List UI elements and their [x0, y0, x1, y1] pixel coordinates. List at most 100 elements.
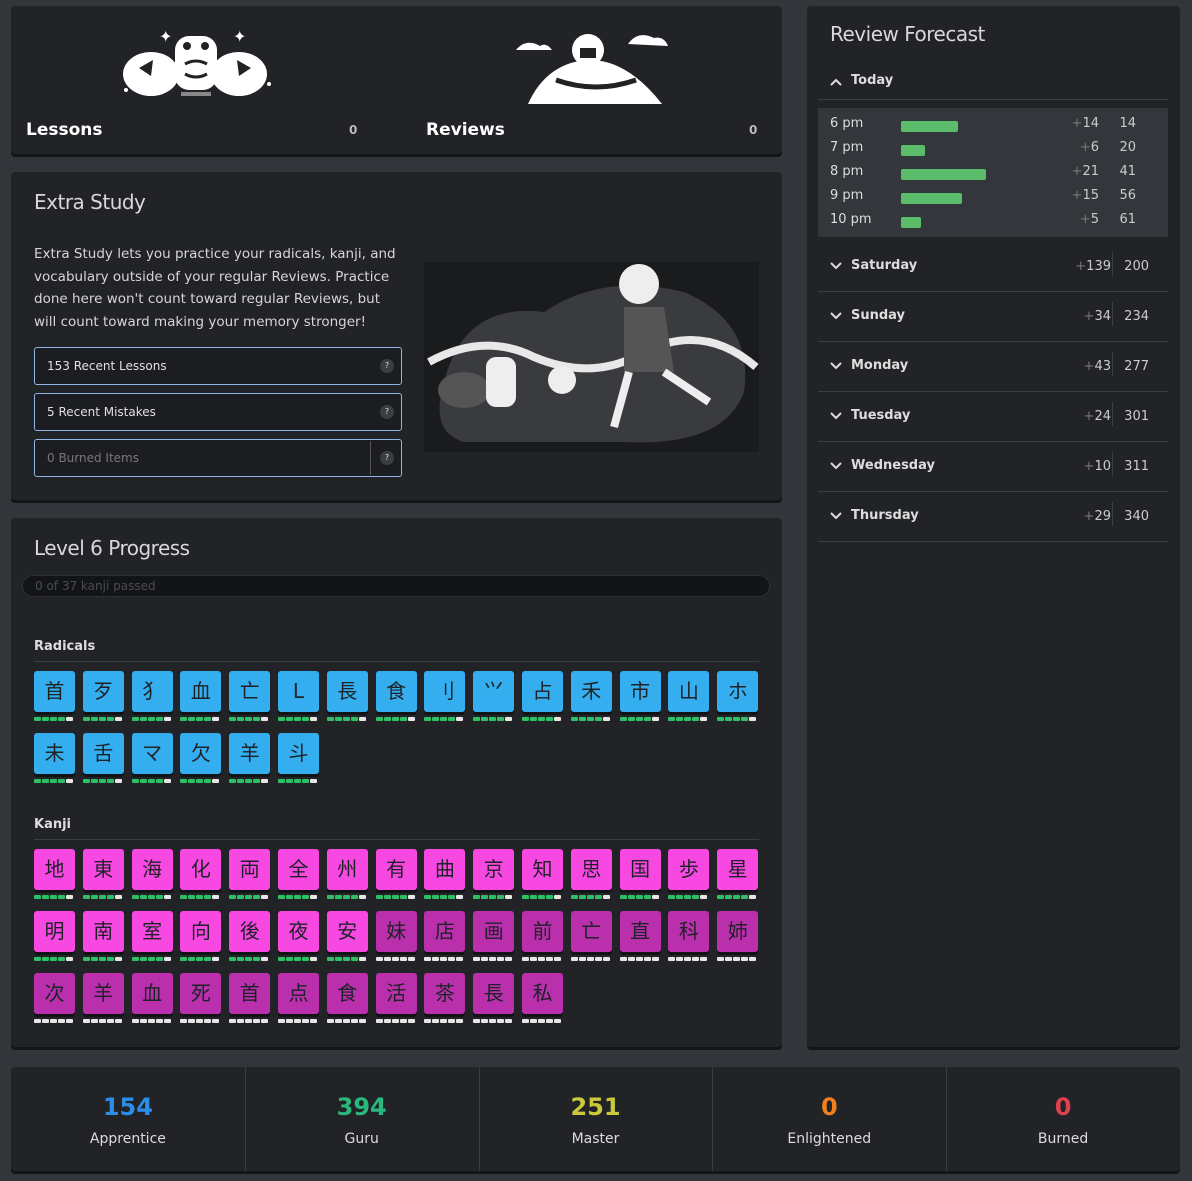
level-progress-panel: Level 6 Progress 0 of 37 kanji passed Ra…: [11, 518, 782, 1047]
radical-tile[interactable]: 羊: [229, 733, 271, 774]
kanji-tile[interactable]: 安: [326, 911, 368, 952]
srs-stage-indicator: [326, 957, 368, 961]
kanji-tile[interactable]: 向: [180, 911, 222, 952]
kanji-tile[interactable]: 明: [34, 911, 75, 952]
kanji-tile[interactable]: 地: [34, 849, 75, 890]
kanji-tile[interactable]: 長: [473, 973, 515, 1014]
radical-tile[interactable]: 山: [668, 671, 710, 712]
srs-stage-indicator: [717, 895, 758, 899]
radical-tile[interactable]: 長: [326, 671, 368, 712]
kanji-tile[interactable]: 化: [180, 849, 222, 890]
kanji-tile[interactable]: 後: [229, 911, 271, 952]
kanji-tile[interactable]: 京: [473, 849, 515, 890]
reviews-title: Reviews: [426, 120, 505, 140]
srs-stage-indicator: [131, 717, 173, 721]
kanji-tile[interactable]: 姉: [717, 911, 759, 952]
recent-mistakes-button[interactable]: 5 Recent Mistakes ?: [34, 393, 402, 431]
lessons-card[interactable]: ✦ ✦ Lessons 0: [11, 6, 396, 154]
kanji-tile[interactable]: 国: [619, 849, 661, 890]
forecast-day-add: +10: [1083, 459, 1111, 474]
divider: [479, 1067, 480, 1171]
srs-stat-label: Master: [571, 1131, 620, 1147]
review-forecast-panel: Review Forecast Today 6 pm +14 14 7 pm +6 20 8…: [807, 6, 1180, 1047]
radical-tile[interactable]: ⺍: [473, 671, 515, 712]
reviews-count: 0: [749, 123, 758, 137]
kanji-tile[interactable]: 星: [717, 849, 759, 890]
radical-tile[interactable]: マ: [131, 733, 173, 774]
kanji-tile[interactable]: 店: [424, 911, 466, 952]
kanji-tile[interactable]: 前: [522, 911, 563, 952]
burned-items-button[interactable]: 0 Burned Items ?: [34, 439, 402, 477]
radical-tile[interactable]: 亡: [229, 671, 271, 712]
forecast-day-add: +139: [1075, 259, 1111, 274]
kanji-tile[interactable]: 直: [619, 911, 661, 952]
recent-lessons-button[interactable]: 153 Recent Lessons ?: [34, 347, 402, 385]
kanji-tile[interactable]: 首: [229, 973, 271, 1014]
kanji-tile[interactable]: 科: [668, 911, 710, 952]
radical-tile[interactable]: 禾: [570, 671, 612, 712]
kanji-tile[interactable]: 死: [180, 973, 222, 1014]
kanji-tile[interactable]: 茶: [424, 973, 466, 1014]
forecast-day-tuesday[interactable]: Tuesday +24 301: [818, 392, 1168, 442]
forecast-day-thursday[interactable]: Thursday +29 340: [818, 492, 1168, 542]
kanji-tile[interactable]: 画: [473, 911, 515, 952]
radical-tile[interactable]: 歹: [82, 671, 124, 712]
radical-tile[interactable]: L: [278, 671, 319, 712]
forecast-day-sunday[interactable]: Sunday +34 234: [818, 292, 1168, 342]
forecast-day-wednesday[interactable]: Wednesday +10 311: [818, 442, 1168, 492]
kanji-tile[interactable]: 曲: [424, 849, 466, 890]
kanji-tile[interactable]: 私: [522, 973, 563, 1014]
radical-tile[interactable]: 欠: [180, 733, 222, 774]
kanji-tile[interactable]: 亡: [570, 911, 612, 952]
chevron-down-icon: [830, 262, 842, 270]
kanji-tile[interactable]: 思: [570, 849, 612, 890]
kanji-tile[interactable]: 妹: [375, 911, 417, 952]
kanji-tile[interactable]: 知: [522, 849, 563, 890]
forecast-day-saturday[interactable]: Saturday +139 200: [818, 242, 1168, 292]
forecast-day-name: Thursday: [851, 508, 919, 523]
kanji-label: Kanji: [34, 817, 72, 832]
kanji-tile[interactable]: 次: [34, 973, 75, 1014]
radical-tile[interactable]: 占: [522, 671, 563, 712]
radical-tile[interactable]: 未: [34, 733, 75, 774]
forecast-day-total: 311: [1124, 459, 1149, 474]
srs-stage-indicator: [717, 717, 758, 721]
forecast-today-toggle[interactable]: Today: [818, 66, 1168, 100]
help-icon[interactable]: ?: [380, 359, 394, 373]
kanji-tile[interactable]: 南: [82, 911, 124, 952]
forecast-day-monday[interactable]: Monday +43 277: [818, 342, 1168, 392]
kanji-tile[interactable]: 全: [278, 849, 319, 890]
help-icon[interactable]: ?: [380, 451, 394, 465]
radical-tile[interactable]: 首: [34, 671, 75, 712]
help-icon[interactable]: ?: [380, 405, 394, 419]
kanji-tile[interactable]: 海: [131, 849, 173, 890]
radical-tile[interactable]: 血: [180, 671, 222, 712]
radical-tile[interactable]: ホ: [717, 671, 759, 712]
srs-stage-indicator: [131, 1019, 173, 1023]
srs-stat-label: Guru: [344, 1131, 379, 1147]
radical-tile[interactable]: 犭: [131, 671, 173, 712]
kanji-tile[interactable]: 東: [82, 849, 124, 890]
forecast-hour-add-value: 14: [1082, 116, 1099, 131]
kanji-tile[interactable]: 点: [278, 973, 319, 1014]
radical-tile[interactable]: 食: [375, 671, 417, 712]
radical-tile[interactable]: 斗: [278, 733, 319, 774]
radical-tile[interactable]: 舌: [82, 733, 124, 774]
kanji-tile[interactable]: 食: [326, 973, 368, 1014]
kanji-tile[interactable]: 夜: [278, 911, 319, 952]
kanji-tile[interactable]: 羊: [82, 973, 124, 1014]
kanji-tile[interactable]: 州: [326, 849, 368, 890]
kanji-tile[interactable]: 血: [131, 973, 173, 1014]
kanji-tile[interactable]: 両: [229, 849, 271, 890]
reviews-card[interactable]: Reviews 0: [411, 6, 782, 154]
radical-tile[interactable]: 市: [619, 671, 661, 712]
radical-tile[interactable]: 刂: [424, 671, 466, 712]
kanji-tile[interactable]: 室: [131, 911, 173, 952]
srs-stat-count: 394: [336, 1093, 387, 1121]
srs-stage-indicator: [34, 1019, 75, 1023]
burned-items-label: 0 Burned Items: [47, 451, 139, 465]
kanji-tile[interactable]: 活: [375, 973, 417, 1014]
kanji-tile[interactable]: 有: [375, 849, 417, 890]
recent-mistakes-label: 5 Recent Mistakes: [47, 405, 156, 419]
kanji-tile[interactable]: 歩: [668, 849, 710, 890]
